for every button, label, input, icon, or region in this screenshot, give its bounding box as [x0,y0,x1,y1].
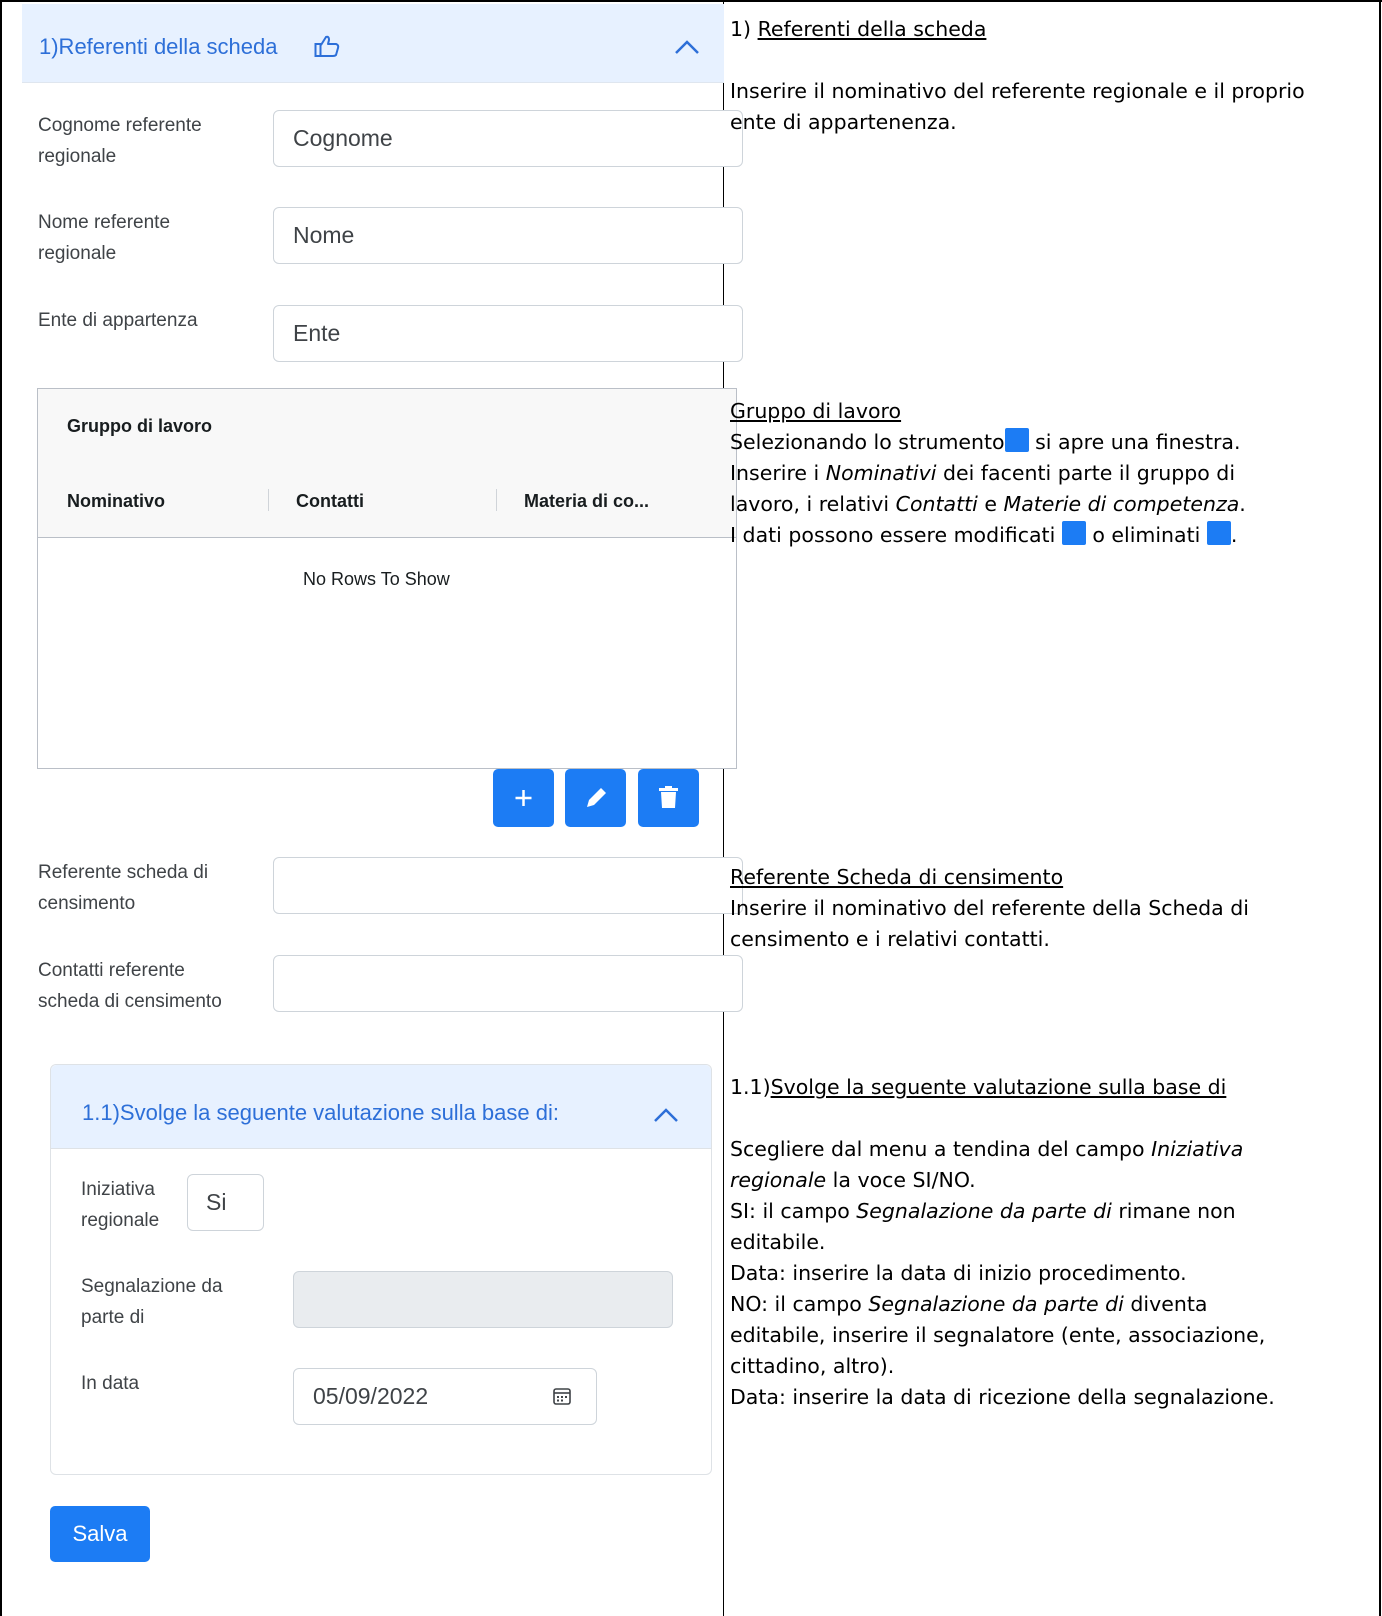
doc-heading-referenti: 1) Referenti della scheda [730,14,1320,45]
column-separator[interactable] [496,489,497,511]
text: I dati possono essere modificati [730,523,1062,547]
column-header-nominativo[interactable]: Nominativo [67,491,165,512]
doc-heading-valutazione: 1.1)Svolge la seguente valutazione sulla… [730,1072,1275,1103]
subsection-title: 1.1)Svolge la seguente valutazione sulla… [82,1100,559,1125]
gruppo-lavoro-grid: Gruppo di lavoro Nominativo Contatti Mat… [37,388,737,769]
doc-line: Data: inserire la data di inizio procedi… [730,1261,1187,1285]
text: Materie di competenza [1003,492,1240,516]
doc-line: I dati possono essere modificati o elimi… [730,520,1246,551]
iniziativa-select[interactable]: Si [187,1174,264,1231]
text: la voce SI/NO. [826,1168,976,1192]
doc-line: regionale la voce SI/NO. [730,1165,1275,1196]
doc-line: Selezionando lo strumento si apre una fi… [730,427,1246,458]
column-header-contatti[interactable]: Contatti [296,491,364,512]
text: Segnalazione da parte di [856,1199,1112,1223]
text: Nominativi [825,461,937,485]
delete-row-button[interactable] [638,769,699,827]
text: Inserire i [730,461,826,485]
text: e [977,492,1004,516]
heading-number: 1) [730,17,758,41]
heading-text: Referente Scheda di censimento [730,865,1064,889]
grid-title: Gruppo di lavoro [67,416,213,436]
text: Scegliere dal menu a tendina del campo [730,1137,1152,1161]
text: Segnalazione da parte di [868,1292,1124,1316]
calendar-icon[interactable] [552,1386,572,1406]
pencil-icon [587,788,606,807]
text: Selezionando lo strumento [730,430,1005,454]
doc-line: Inserire i Nominativi dei facenti parte … [730,458,1246,489]
edit-row-button[interactable] [565,769,626,827]
text: dei facenti parte il gruppo di [936,461,1236,485]
thumbs-up-icon [314,35,340,57]
text: Iniziativa [1151,1137,1244,1161]
segnalazione-input-disabled [293,1271,673,1328]
doc-section-referente-scheda: Referente Scheda di censimento Inserire … [730,862,1320,955]
grid-title-bar: Gruppo di lavoro [38,389,736,464]
text: . [1230,523,1238,547]
nome-input[interactable]: Nome [273,207,743,264]
doc-section-gruppo: Gruppo di lavoro Selezionando lo strumen… [730,396,1246,551]
text: . [1239,492,1246,516]
doc-paragraph: Inserire il nominativo del referente del… [730,896,1249,951]
doc-line: lavoro, i relativi Contatti e Materie di… [730,489,1246,520]
cognome-input[interactable]: Cognome [273,110,743,167]
doc-blank-line [730,1103,1275,1134]
segnalazione-label: Segnalazione da parte di [81,1276,223,1328]
plus-icon [515,790,532,806]
trash-icon [659,786,678,808]
text: NO: il campo [730,1292,869,1316]
doc-line: NO: il campo Segnalazione da parte di di… [730,1289,1275,1320]
ente-label: Ente di appartenza [38,310,198,331]
referente-scheda-input[interactable] [273,857,743,914]
no-rows-message: No Rows To Show [303,569,450,589]
accordion-header-referenti[interactable]: 1)Referenti della scheda [22,4,724,83]
add-tool-icon [1004,428,1029,452]
add-row-button[interactable] [493,769,554,827]
text: SI: il campo [730,1199,857,1223]
section-title: 1)Referenti della scheda [39,34,278,59]
grid-header-row: Nominativo Contatti Materia di co... [38,463,736,538]
doc-heading-gruppo: Gruppo di lavoro [730,396,1246,427]
referente-scheda-label: Referente scheda di censimento [38,862,209,914]
text: si apre una finestra. [1028,430,1241,454]
text: o eliminati [1085,523,1207,547]
ente-input[interactable]: Ente [273,305,743,362]
cognome-label: Cognome referente regionale [38,115,202,167]
doc-section-referenti: 1) Referenti della scheda Inserire il no… [730,14,1320,138]
doc-line: cittadino, altro). [730,1354,895,1378]
heading-number: 1.1) [730,1075,771,1099]
text: lavoro, i relativi [730,492,896,516]
text: rimane non [1111,1199,1236,1223]
heading-text: Svolge la seguente valutazione sulla bas… [770,1075,1227,1099]
data-label: In data [81,1373,140,1394]
contatti-referente-input[interactable] [273,955,743,1012]
chevron-up-icon[interactable] [653,1106,679,1124]
doc-heading-referente-scheda: Referente Scheda di censimento [730,862,1320,893]
table-border-top [0,0,1382,2]
trash-icon [1206,521,1231,545]
doc-line: editabile, inserire il segnalatore (ente… [730,1323,1266,1347]
save-button[interactable]: Salva [50,1506,150,1562]
chevron-up-icon[interactable] [674,38,700,56]
text: regionale [730,1168,827,1192]
accordion-header-valutazione[interactable]: 1.1)Svolge la seguente valutazione sulla… [51,1065,711,1149]
pencil-icon [1061,521,1086,545]
doc-line: Scegliere dal menu a tendina del campo I… [730,1134,1275,1165]
heading-text: Referenti della scheda [757,17,987,41]
doc-line: Data: inserire la data di ricezione dell… [730,1385,1275,1409]
table-border-right [1379,0,1381,1616]
contatti-referente-label: Contatti referente scheda di censimento [38,960,222,1012]
iniziativa-label: Iniziativa regionale [81,1179,160,1231]
text: Contatti [895,492,978,516]
doc-line: SI: il campo Segnalazione da parte di ri… [730,1196,1275,1227]
column-separator[interactable] [268,489,269,511]
table-border-left [0,0,2,1616]
doc-line: editabile. [730,1230,826,1254]
doc-section-valutazione: 1.1)Svolge la seguente valutazione sulla… [730,1072,1275,1413]
nome-label: Nome referente regionale [38,212,171,264]
text: diventa [1123,1292,1208,1316]
column-header-materia[interactable]: Materia di co... [524,491,649,512]
doc-paragraph: Inserire il nominativo del referente reg… [730,79,1305,134]
heading-text: Gruppo di lavoro [730,399,902,423]
